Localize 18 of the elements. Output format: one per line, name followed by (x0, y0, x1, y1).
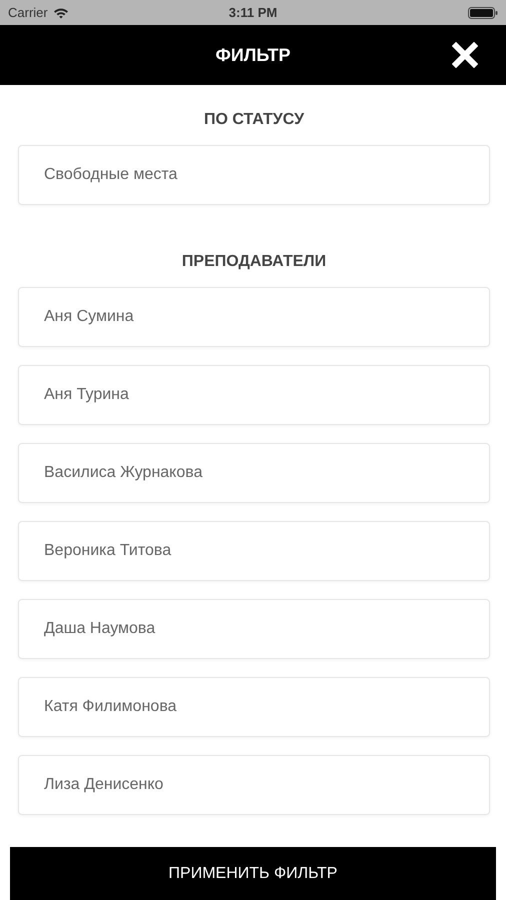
filter-option[interactable]: Катя Филимонова (18, 677, 490, 737)
carrier-label: Carrier (8, 5, 48, 20)
filter-option[interactable]: Аня Сумина (18, 287, 490, 347)
filter-option[interactable]: Василиса Журнакова (18, 443, 490, 503)
filter-option[interactable]: Свободные места (18, 145, 490, 205)
close-icon (452, 42, 478, 68)
filter-option[interactable]: Вероника Титова (18, 521, 490, 581)
section-title: ПО СТАТУСУ (202, 110, 306, 130)
filter-option[interactable]: Даша Наумова (18, 599, 490, 659)
apply-filter-button[interactable]: ПРИМЕНИТЬ ФИЛЬТР (10, 847, 496, 900)
battery-icon (468, 6, 498, 18)
wifi-icon (52, 6, 69, 18)
status-time: 3:11 PM (228, 5, 278, 20)
filter-option[interactable]: Лиза Денисенко (18, 755, 490, 815)
header-title: ФИЛЬТР (215, 44, 291, 66)
close-button[interactable] (452, 42, 478, 68)
section-title: ПРЕПОДАВАТЕЛИ (180, 253, 328, 272)
filter-option[interactable]: Аня Турина (18, 365, 490, 425)
